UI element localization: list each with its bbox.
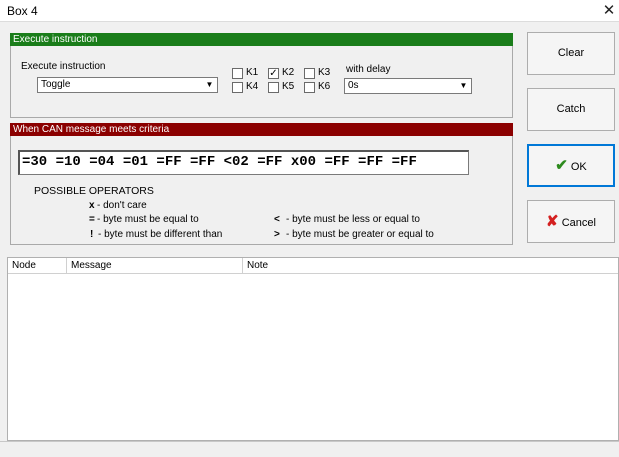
operator-text: - byte must be greater or equal to [286, 229, 434, 240]
relay-k6-label: K6 [318, 81, 331, 92]
message-list[interactable]: Node Message Note [7, 257, 619, 441]
relay-k4-label: K4 [246, 81, 259, 92]
list-header: Node Message Note [8, 258, 618, 274]
relay-k6-checkbox[interactable] [304, 82, 315, 93]
operator-symbol: < [274, 214, 280, 225]
column-header-note[interactable]: Note [243, 258, 618, 274]
operator-symbol: > [274, 229, 280, 240]
ok-label: OK [570, 161, 587, 173]
relay-k5-checkbox[interactable] [268, 82, 279, 93]
relay-k5-label: K5 [282, 81, 295, 92]
delay-label: with delay [346, 64, 391, 75]
status-bar [0, 441, 619, 457]
chevron-down-icon: ▼ [459, 81, 468, 90]
criteria-header: When CAN message meets criteria [10, 123, 513, 136]
relay-k4-checkbox[interactable] [232, 82, 243, 93]
delay-value: 0s [348, 80, 359, 91]
criteria-input[interactable]: =30 =10 =04 =01 =FF =FF <02 =FF x00 =FF … [18, 150, 469, 175]
operator-text: - byte must be equal to [97, 214, 199, 225]
operator-text: - byte must be less or equal to [286, 214, 420, 225]
execute-header: Execute instruction [10, 33, 513, 46]
ok-button[interactable]: ✔ OK [527, 144, 615, 187]
operator-symbol: ! [90, 229, 94, 240]
relay-k2-label: K2 [282, 67, 295, 78]
checkmark-icon: ✔ [555, 157, 568, 174]
column-header-message[interactable]: Message [67, 258, 243, 274]
relay-k2-checkbox[interactable]: ✓ [268, 68, 279, 79]
relay-k1-checkbox[interactable] [232, 68, 243, 79]
relay-k1-label: K1 [246, 67, 259, 78]
operator-symbol: x [89, 200, 95, 211]
column-header-node[interactable]: Node [8, 258, 67, 274]
instruction-value: Toggle [41, 79, 71, 90]
catch-button[interactable]: Catch [527, 88, 615, 131]
title-bar [0, 0, 619, 22]
delay-select[interactable]: 0s ▼ [344, 78, 472, 94]
relay-k3-label: K3 [318, 67, 331, 78]
cancel-button[interactable]: ✘ Cancel [527, 200, 615, 243]
operator-text: - don't care [97, 200, 147, 211]
chevron-down-icon: ▼ [205, 80, 214, 89]
operator-symbol: = [89, 214, 95, 225]
operator-text: - byte must be different than [98, 229, 223, 240]
close-icon[interactable]: ✕ [600, 1, 618, 21]
operators-title: POSSIBLE OPERATORS [34, 185, 154, 197]
clear-button[interactable]: Clear [527, 32, 615, 75]
execute-label: Execute instruction [21, 61, 106, 72]
cancel-x-icon: ✘ [546, 213, 559, 230]
relay-k3-checkbox[interactable] [304, 68, 315, 79]
instruction-select[interactable]: Toggle ▼ [37, 77, 218, 93]
window-title: Box 4 [7, 4, 38, 18]
cancel-label: Cancel [561, 217, 596, 229]
